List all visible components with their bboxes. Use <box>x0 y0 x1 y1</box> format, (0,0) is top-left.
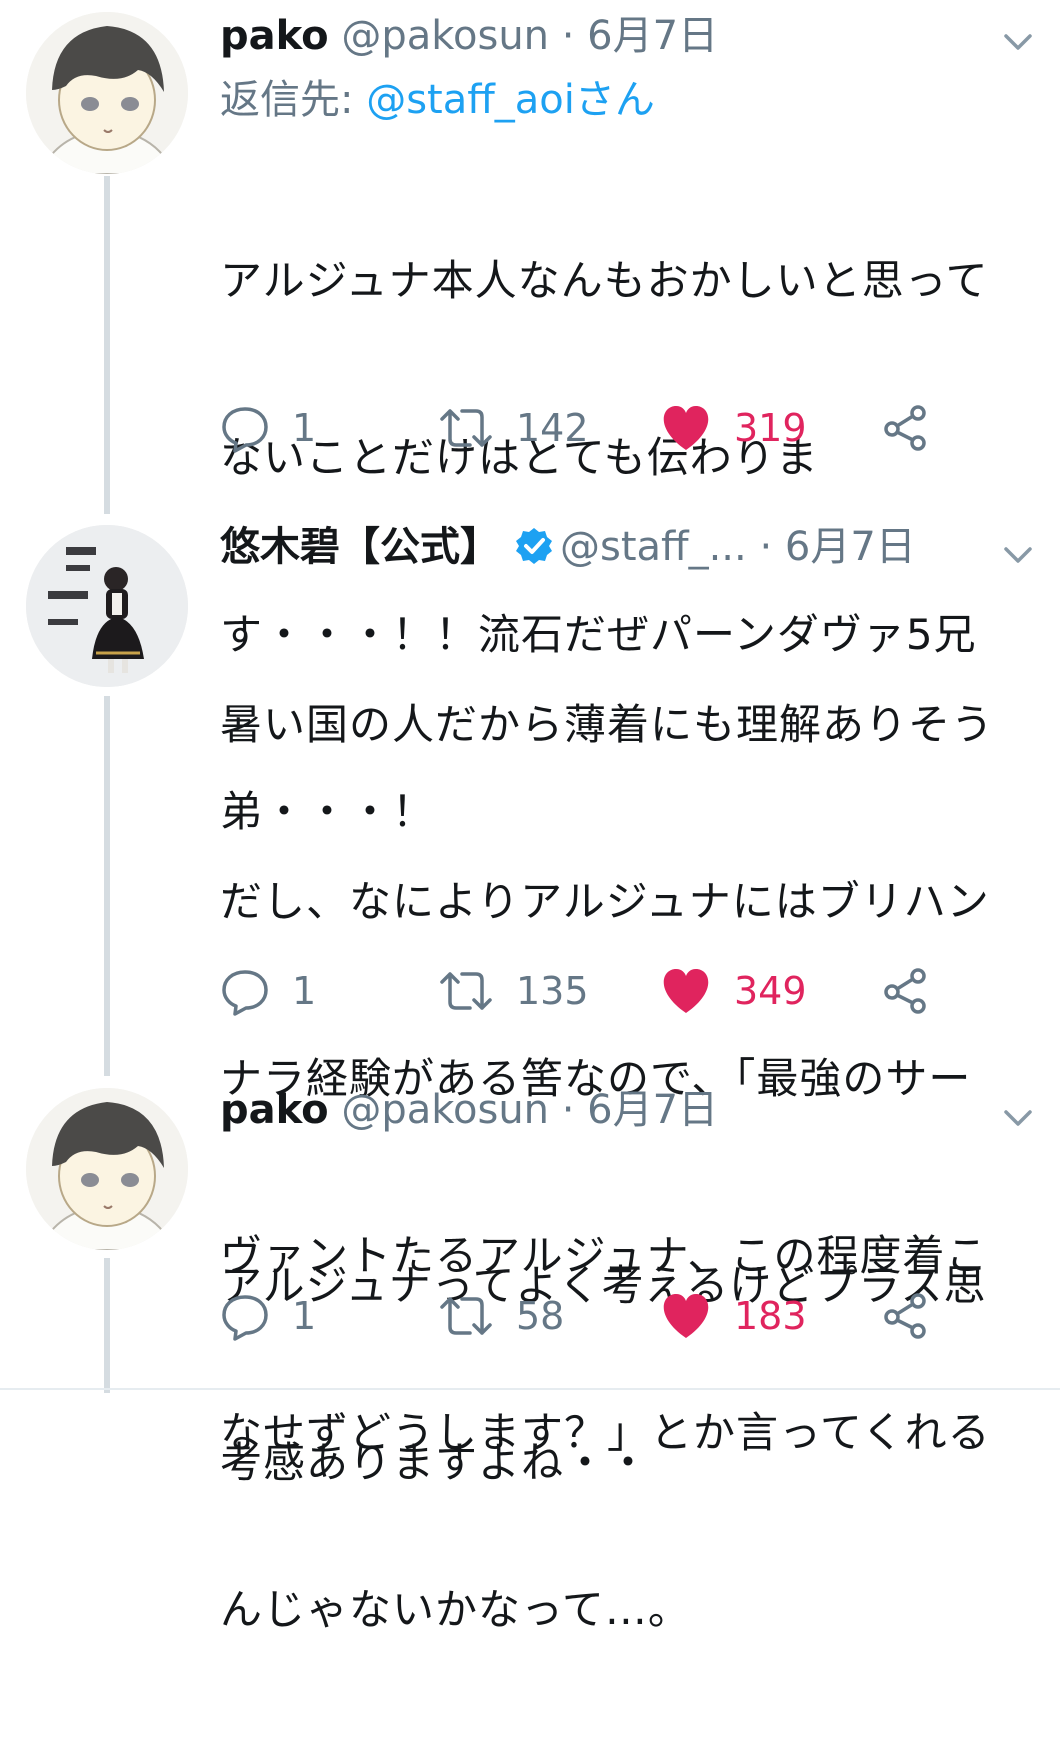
like-count: 349 <box>734 969 807 1013</box>
display-name[interactable]: pako <box>220 13 329 59</box>
reply-icon <box>222 407 268 453</box>
chevron-down-icon[interactable] <box>998 1098 1038 1138</box>
tweet-header: pako @pakosun · 6月7日 <box>220 1086 1040 1134</box>
heart-icon <box>663 969 709 1013</box>
share-button[interactable] <box>880 398 930 458</box>
photo-person-avatar-icon <box>26 525 188 687</box>
retweet-count: 142 <box>516 406 589 450</box>
avatar[interactable] <box>26 525 188 687</box>
reply-icon <box>222 970 268 1016</box>
tweet-header: 悠木碧【公式】 @staff_... · 6月7日 <box>220 523 1040 572</box>
like-button[interactable]: 349 <box>660 961 807 1021</box>
separator-dot: · <box>759 524 773 570</box>
reply-button[interactable]: 1 <box>220 961 316 1021</box>
retweet-button[interactable]: 142 <box>438 398 589 458</box>
display-name[interactable]: pako <box>220 1087 329 1133</box>
like-count: 319 <box>734 406 807 450</box>
reply-count: 1 <box>292 1294 317 1338</box>
retweet-button[interactable]: 135 <box>438 961 589 1021</box>
illustrated-boy-avatar-icon <box>26 1088 188 1250</box>
tweet-actions: 1 135 349 <box>220 961 980 1021</box>
retweet-count: 58 <box>516 1294 565 1338</box>
share-icon <box>884 968 926 1014</box>
illustrated-boy-avatar-icon <box>26 12 188 174</box>
avatar[interactable] <box>26 1088 188 1250</box>
tweet-actions: 1 142 319 <box>220 398 980 458</box>
retweet-icon <box>440 972 492 1010</box>
retweet-icon <box>440 1297 492 1335</box>
tweet-text-line: アルジュナ本人なんもおかしいと思って <box>220 256 989 305</box>
tweet-actions: 1 58 183 <box>220 1286 980 1346</box>
separator-dot: · <box>561 1087 575 1133</box>
retweet-icon <box>440 409 492 447</box>
reply-icon <box>222 1295 268 1341</box>
reply-count: 1 <box>292 406 317 450</box>
tweet-text-line: 考感ありますよね・・ <box>220 1438 651 1487</box>
tweet-text: アルジュナってよく考えるけどプラス思 考感ありますよね・・ <box>220 1138 1040 1610</box>
like-count: 183 <box>734 1294 807 1338</box>
tweet-text-line: だし、なによりアルジュナにはブリハン <box>220 877 990 926</box>
share-button[interactable] <box>880 1286 930 1346</box>
chevron-down-icon[interactable] <box>998 535 1038 575</box>
share-icon <box>884 1293 926 1339</box>
tweet-header: pako @pakosun · 6月7日 <box>220 12 1040 60</box>
like-button[interactable]: 183 <box>660 1286 807 1346</box>
verified-badge-icon <box>516 528 552 564</box>
tweet-text-line: 暑い国の人だから薄着にも理解ありそう <box>220 700 995 749</box>
reply-to-mention[interactable]: @staff_aoiさん <box>366 77 655 123</box>
heart-icon <box>663 406 709 450</box>
display-name[interactable]: 悠木碧【公式】 <box>220 524 500 570</box>
tweet-date[interactable]: 6月7日 <box>587 1087 718 1133</box>
tweet-date[interactable]: 6月7日 <box>785 524 916 570</box>
tweet-date[interactable]: 6月7日 <box>587 13 718 59</box>
avatar[interactable] <box>26 12 188 174</box>
user-handle[interactable]: @staff_... <box>560 524 747 570</box>
share-icon <box>884 405 926 451</box>
user-handle[interactable]: @pakosun <box>341 1087 549 1133</box>
like-button[interactable]: 319 <box>660 398 807 458</box>
reply-to-line: 返信先: @staff_aoiさん <box>220 76 655 124</box>
separator-dot: · <box>561 13 575 59</box>
tweet[interactable]: 悠木碧【公式】 @staff_... · 6月7日 暑い国の人だから薄着にも理解あ… <box>0 515 1060 1634</box>
reply-button[interactable]: 1 <box>220 1286 316 1346</box>
tweet[interactable]: pako @pakosun · 6月7日 返信先: @staff_aoiさん ア… <box>0 0 1060 836</box>
divider <box>0 1388 1060 1390</box>
share-button[interactable] <box>880 961 930 1021</box>
reply-count: 1 <box>292 969 317 1013</box>
retweet-count: 135 <box>516 969 589 1013</box>
chevron-down-icon[interactable] <box>998 22 1038 62</box>
retweet-button[interactable]: 58 <box>438 1286 564 1346</box>
reply-to-label: 返信先: <box>220 77 367 123</box>
tweet[interactable]: pako @pakosun · 6月7日 アルジュナってよく考えるけどプラス思 … <box>0 1078 1060 1487</box>
reply-button[interactable]: 1 <box>220 398 316 458</box>
user-handle[interactable]: @pakosun <box>341 13 549 59</box>
heart-icon <box>663 1294 709 1338</box>
